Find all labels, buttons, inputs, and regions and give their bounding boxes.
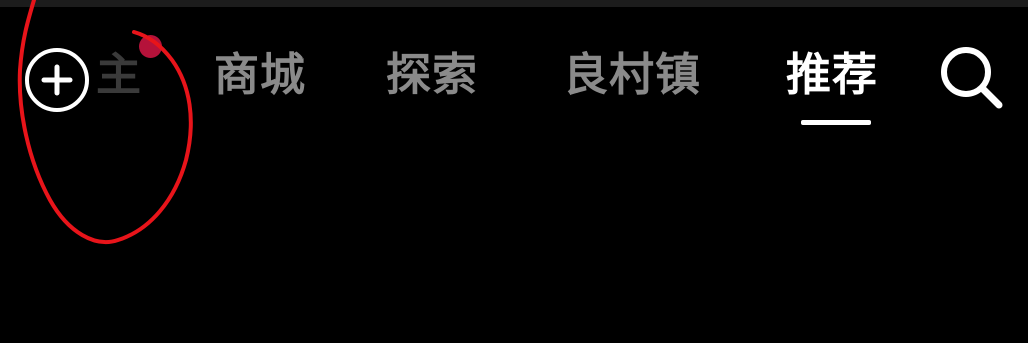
tab-mall[interactable]: 商城	[214, 45, 306, 105]
active-tab-indicator	[801, 120, 871, 125]
status-strip	[0, 0, 1028, 7]
top-navigation-bar: 主 商城 探索 良村镇 推荐	[0, 30, 1028, 140]
plus-circle-icon	[25, 48, 89, 112]
notification-dot	[139, 35, 162, 58]
tab-explore[interactable]: 探索	[386, 45, 478, 105]
tab-recommend[interactable]: 推荐	[786, 45, 878, 105]
search-button[interactable]	[936, 42, 1008, 114]
search-icon	[941, 47, 1003, 109]
add-button[interactable]	[24, 47, 90, 113]
tab-partial-hidden[interactable]: 主	[92, 45, 142, 105]
app-screen: 主 商城 探索 良村镇 推荐	[0, 0, 1028, 343]
tab-village[interactable]: 良村镇	[563, 45, 701, 105]
